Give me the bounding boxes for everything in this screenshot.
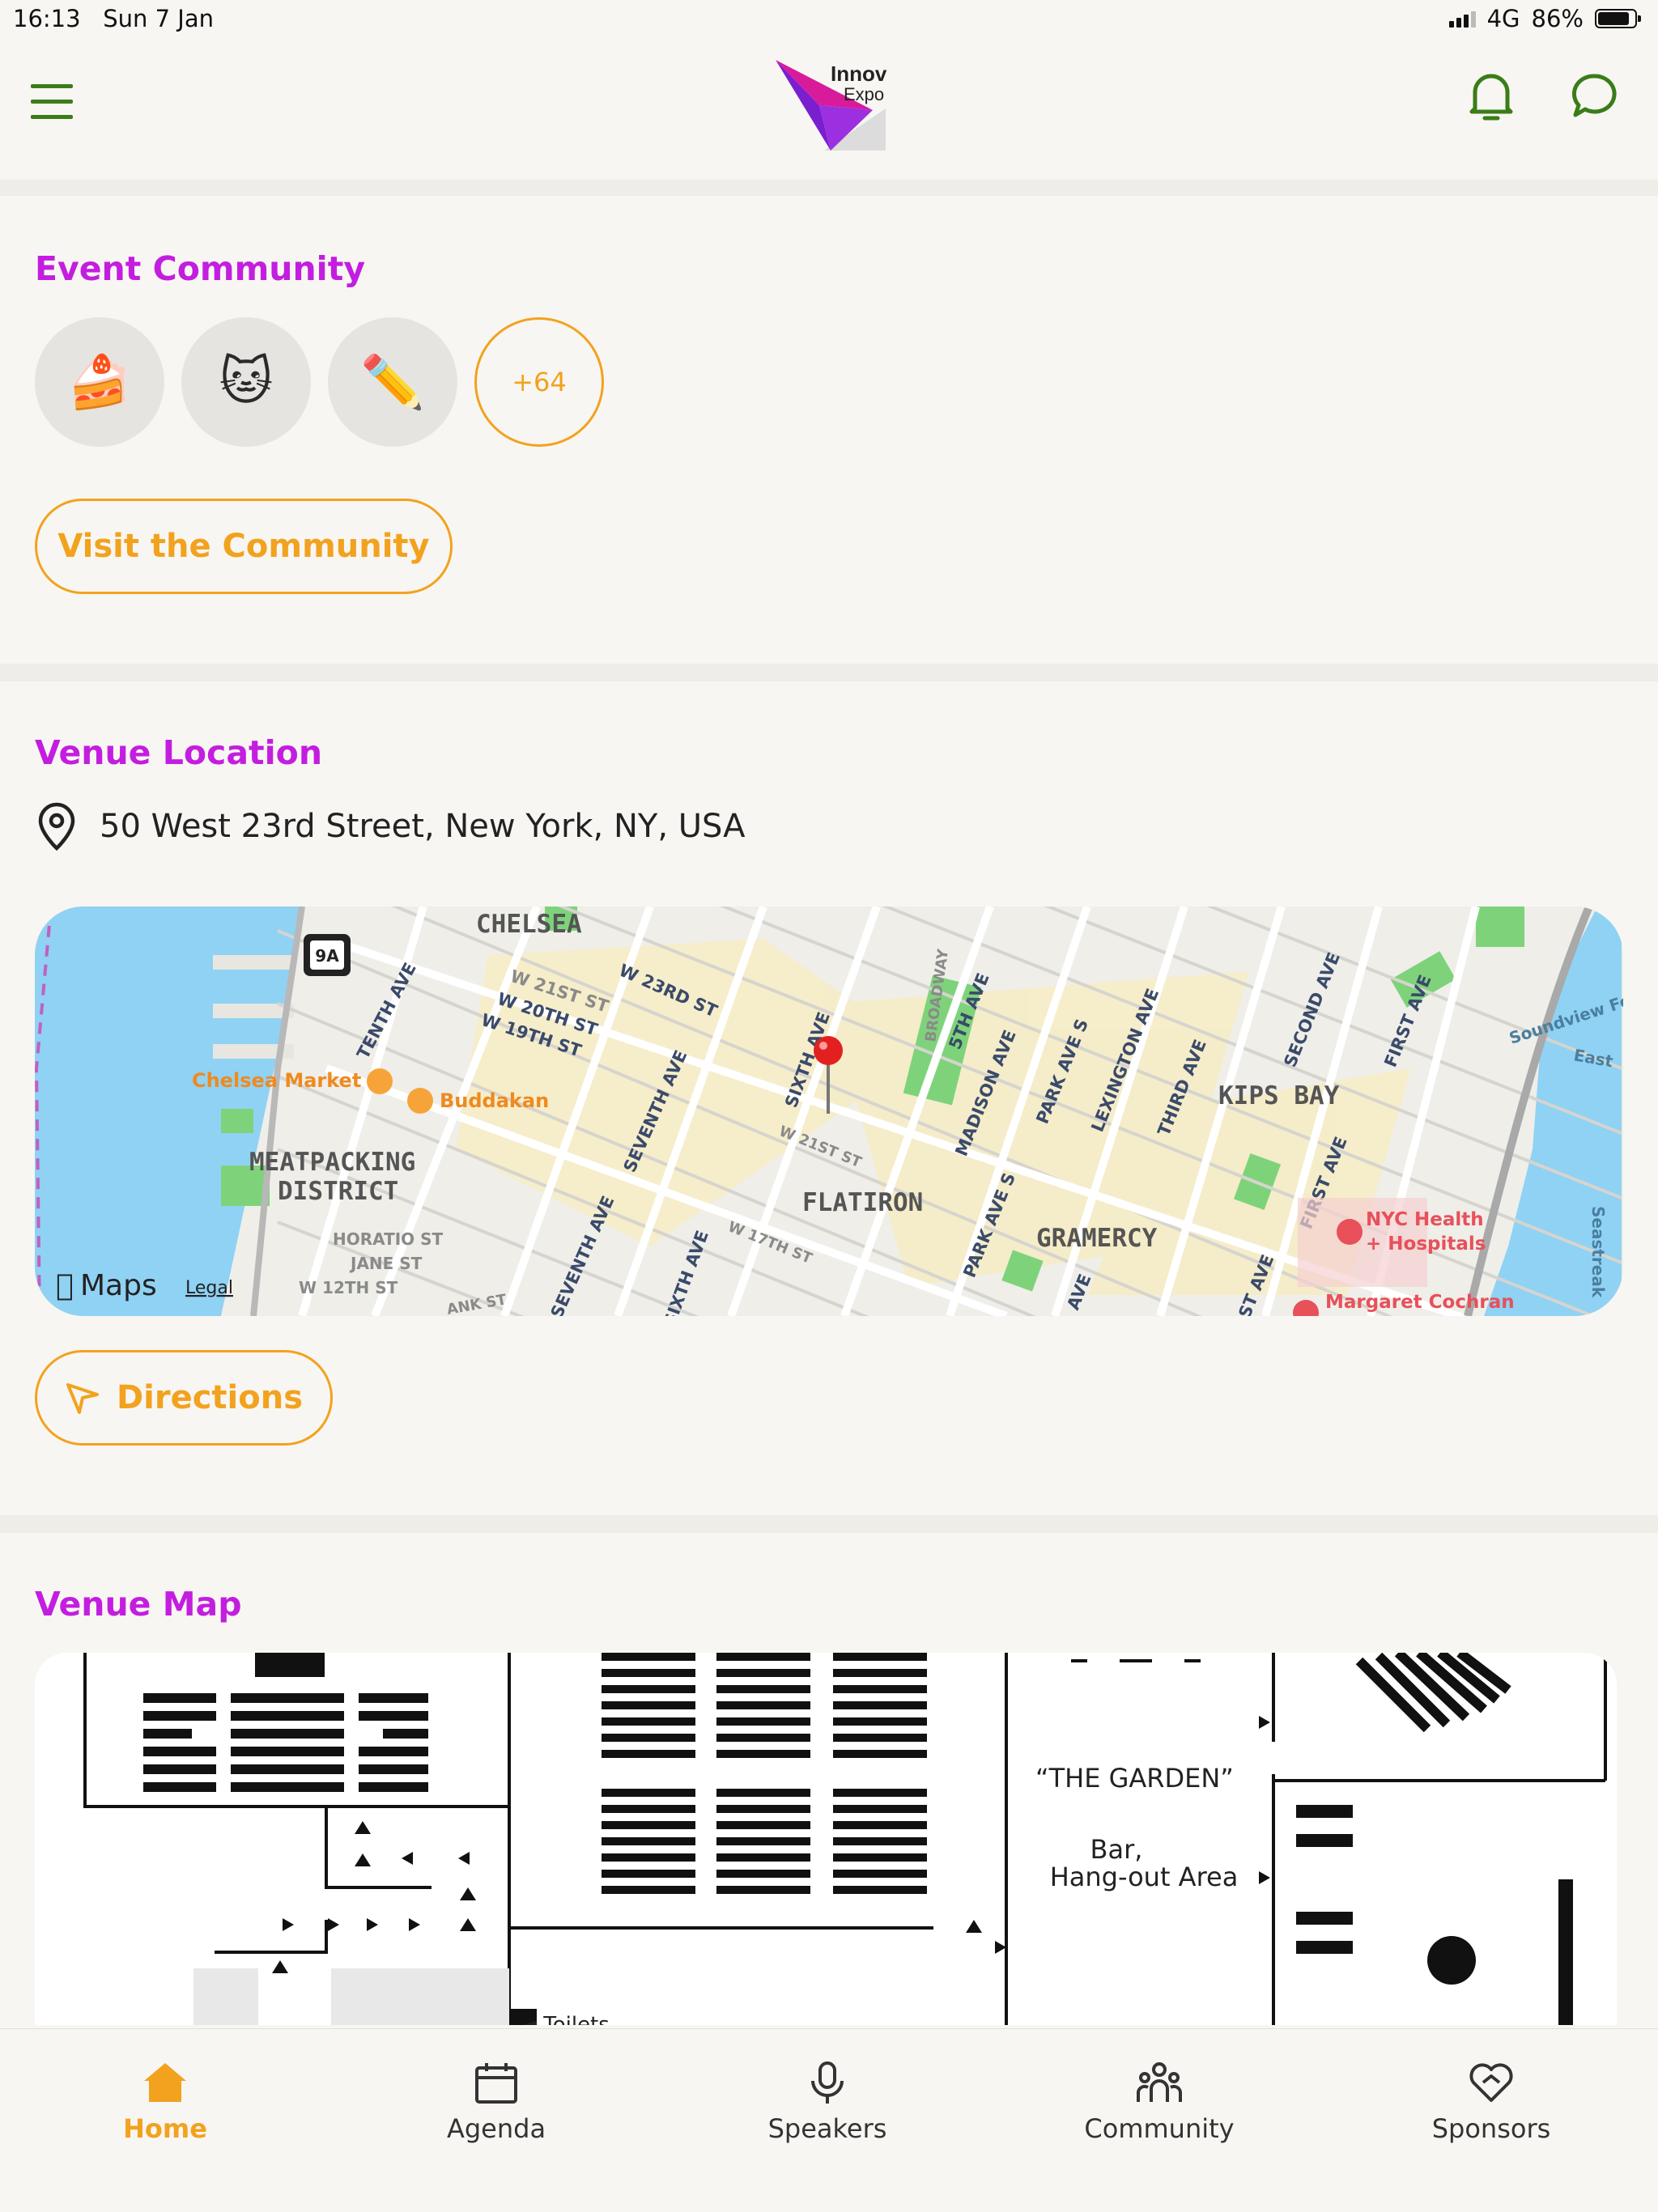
map-pin-icon bbox=[814, 1036, 843, 1065]
avatar[interactable]: ✏️ bbox=[328, 317, 457, 447]
tab-label: Sponsors bbox=[1431, 2113, 1551, 2144]
app-logo: Innov Expo bbox=[767, 57, 891, 152]
poi-label: Margaret Cochran bbox=[1325, 1292, 1515, 1313]
map-label: DISTRICT bbox=[278, 1177, 398, 1206]
visit-community-label: Visit the Community bbox=[57, 528, 430, 565]
location-map[interactable]: 9A CHELSEA MEATPACKING DISTRICT FLATIRON… bbox=[35, 906, 1623, 1316]
more-members-badge[interactable]: +64 bbox=[474, 317, 604, 447]
status-time-date: 16:13 Sun 7 Jan bbox=[13, 5, 214, 32]
tab-label: Home bbox=[123, 2113, 207, 2144]
battery-percent: 86% bbox=[1531, 5, 1584, 32]
directions-label: Directions bbox=[116, 1379, 304, 1416]
tab-sponsors[interactable]: Sponsors bbox=[1394, 2060, 1588, 2144]
street-label: JANE ST bbox=[349, 1254, 423, 1273]
avatar[interactable]: 🍰 bbox=[35, 317, 164, 447]
battery-icon bbox=[1595, 9, 1641, 28]
chat-icon[interactable] bbox=[1571, 71, 1619, 121]
calendar-icon bbox=[475, 2063, 517, 2104]
section-divider bbox=[0, 180, 1658, 196]
venue-address: 50 West 23rd Street, New York, NY, USA bbox=[35, 801, 746, 851]
poi-label: + Hospitals bbox=[1366, 1233, 1486, 1255]
directions-button[interactable]: Directions bbox=[35, 1350, 333, 1446]
map-label: MEATPACKING bbox=[249, 1148, 415, 1177]
water-label: Seastreak bbox=[1588, 1206, 1608, 1298]
logo-text-expo: Expo bbox=[844, 84, 884, 104]
network-type: 4G bbox=[1486, 5, 1520, 32]
heart-handshake-icon bbox=[1469, 2063, 1513, 2102]
avatar[interactable]: 🐱 bbox=[181, 317, 311, 447]
status-time: 16:13 bbox=[13, 5, 81, 32]
section-divider bbox=[0, 1515, 1658, 1533]
street-label: HORATIO ST bbox=[333, 1229, 444, 1249]
event-community-title: Event Community bbox=[35, 249, 366, 288]
route-shield-label: 9A bbox=[315, 946, 339, 966]
bar-label-line1: Bar, bbox=[1090, 1834, 1143, 1865]
poi-label: Chelsea Market bbox=[192, 1069, 361, 1092]
section-divider bbox=[0, 664, 1658, 681]
status-right: 4G 86% bbox=[1448, 5, 1641, 32]
tab-home[interactable]: Home bbox=[68, 2060, 262, 2144]
tab-label: Agenda bbox=[446, 2113, 546, 2144]
status-bar: 16:13 Sun 7 Jan 4G 86% bbox=[0, 0, 1658, 39]
tab-speakers[interactable]: Speakers bbox=[730, 2060, 925, 2144]
navigation-arrow-icon bbox=[66, 1383, 99, 1414]
venue-map-title: Venue Map bbox=[35, 1585, 242, 1624]
venue-location-title: Venue Location bbox=[35, 733, 323, 772]
signal-icon bbox=[1448, 10, 1476, 28]
visit-community-button[interactable]: Visit the Community bbox=[35, 499, 453, 594]
poi-label: NYC Health bbox=[1366, 1209, 1484, 1230]
microphone-icon bbox=[811, 2061, 844, 2104]
map-label: GRAMERCY bbox=[1036, 1224, 1158, 1253]
maps-brand: Maps bbox=[80, 1269, 157, 1302]
address-text: 50 West 23rd Street, New York, NY, USA bbox=[100, 808, 746, 845]
bell-icon[interactable] bbox=[1467, 68, 1516, 125]
home-icon bbox=[144, 2063, 186, 2102]
tab-label: Speakers bbox=[767, 2113, 887, 2144]
tab-community[interactable]: Community bbox=[1062, 2060, 1256, 2144]
bottom-tab-bar: Home Agenda Speakers Community Sponsors bbox=[0, 2028, 1658, 2212]
street-label: W 12TH ST bbox=[299, 1278, 398, 1297]
tab-agenda[interactable]: Agenda bbox=[399, 2060, 593, 2144]
poi-label: Buddakan bbox=[440, 1089, 549, 1112]
venue-floor-map[interactable]: “THE GARDEN” Bar, Hang-out Area ◄ Toilet… bbox=[35, 1653, 1617, 2025]
top-bar: Innov Expo bbox=[0, 39, 1658, 181]
garden-label: “THE GARDEN” bbox=[1035, 1763, 1234, 1794]
toilets-label: ◄ Toilets bbox=[521, 2013, 610, 2025]
apple-maps-logo:  bbox=[56, 1269, 74, 1302]
map-label: CHELSEA bbox=[476, 910, 582, 939]
legal-link[interactable]: Legal bbox=[185, 1278, 233, 1298]
status-date: Sun 7 Jan bbox=[103, 5, 214, 32]
logo-text-innov: Innov bbox=[831, 62, 887, 86]
bar-label-line2: Hang-out Area bbox=[1050, 1862, 1239, 1892]
location-pin-icon bbox=[38, 802, 75, 851]
menu-icon[interactable] bbox=[31, 84, 73, 121]
people-icon bbox=[1137, 2062, 1182, 2102]
tab-label: Community bbox=[1084, 2113, 1235, 2144]
map-label: KIPS BAY bbox=[1218, 1081, 1340, 1110]
map-label: FLATIRON bbox=[802, 1188, 923, 1217]
